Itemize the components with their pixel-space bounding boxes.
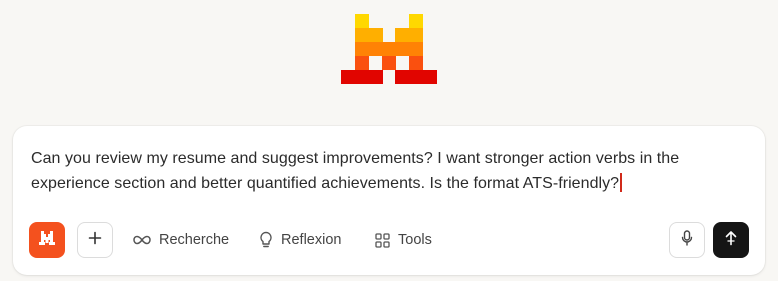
reflection-label: Reflexion [281, 232, 342, 248]
voice-input-button[interactable] [669, 222, 705, 258]
search-label: Recherche [159, 232, 230, 248]
prompt-text: Can you review my resume and suggest imp… [31, 150, 680, 192]
microphone-icon [681, 229, 693, 251]
search-toggle[interactable]: Recherche [133, 222, 229, 258]
tools-label: Tools [398, 232, 432, 248]
text-caret [620, 173, 622, 192]
lightbulb-icon [259, 231, 273, 249]
mistral-logo-icon [341, 14, 437, 84]
send-button[interactable] [713, 222, 749, 258]
prompt-input[interactable]: Can you review my resume and suggest imp… [31, 146, 747, 196]
reflection-toggle[interactable]: Reflexion [259, 222, 341, 258]
arrow-up-icon [725, 230, 737, 251]
mistral-m-icon [39, 230, 55, 250]
grid-icon [375, 232, 390, 248]
chat-home: Can you review my resume and suggest imp… [0, 0, 778, 281]
tools-menu-button[interactable]: Tools [375, 222, 432, 258]
agent-button[interactable] [29, 222, 65, 258]
composer-toolbar: Recherche Reflexion Tools [29, 222, 749, 258]
infinity-icon [133, 235, 151, 245]
plus-icon [88, 231, 102, 250]
chat-composer[interactable]: Can you review my resume and suggest imp… [13, 126, 765, 275]
add-attachment-button[interactable] [77, 222, 113, 258]
